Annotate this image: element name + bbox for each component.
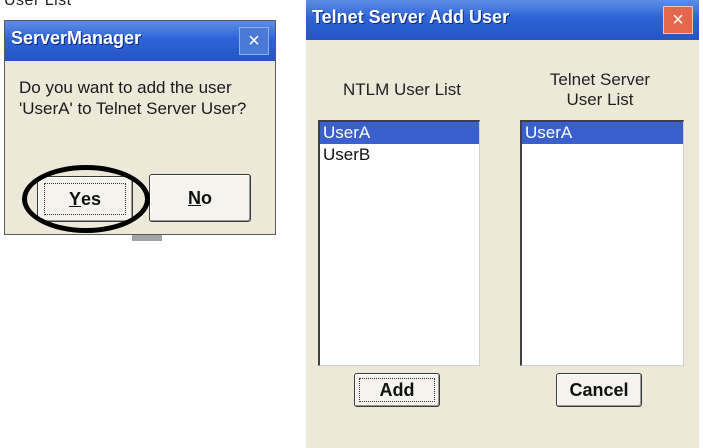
list-item[interactable]: UserB xyxy=(320,144,479,166)
add-button[interactable]: Add xyxy=(354,373,440,407)
add-focus-rect xyxy=(359,378,435,402)
yes-focus-rect xyxy=(44,183,126,215)
server-manager-close-button[interactable]: × xyxy=(239,27,269,55)
telnet-header-line2: User List xyxy=(566,90,634,109)
telnet-dialog-close-button[interactable]: × xyxy=(663,6,693,34)
background-window-fragment: User List xyxy=(4,0,72,9)
server-manager-titlebar[interactable]: ServerManager × xyxy=(5,21,275,61)
yes-button[interactable]: Yes xyxy=(37,176,133,222)
telnet-dialog-titlebar[interactable]: Telnet Server Add User × xyxy=(306,0,699,40)
no-button[interactable]: No xyxy=(149,174,251,222)
confirmation-message: Do you want to add the user 'UserA' to T… xyxy=(19,78,247,118)
cancel-button[interactable]: Cancel xyxy=(556,373,642,407)
list-item[interactable]: UserA xyxy=(522,122,683,144)
server-manager-dialog: ServerManager × Do you want to add the u… xyxy=(4,20,276,235)
telnet-header-line1: Telnet Server xyxy=(549,70,651,89)
ntlm-user-listbox[interactable]: UserA UserB xyxy=(318,120,480,366)
no-mnemonic: N xyxy=(188,187,201,208)
telnet-add-user-dialog: Telnet Server Add User × NTLM User List … xyxy=(306,0,699,448)
cancel-button-label: Cancel xyxy=(569,379,629,400)
close-icon: × xyxy=(672,9,684,31)
telnet-user-listbox[interactable]: UserA xyxy=(520,120,684,366)
ntlm-list-header: NTLM User List xyxy=(342,80,462,99)
telnet-list-header: Telnet Server User List xyxy=(520,70,680,110)
telnet-dialog-title: Telnet Server Add User xyxy=(312,7,510,27)
server-manager-title: ServerManager xyxy=(11,28,142,48)
background-window-shadow xyxy=(132,235,162,241)
close-icon: × xyxy=(248,30,260,52)
list-item[interactable]: UserA xyxy=(320,122,479,144)
no-label-rest: o xyxy=(201,187,212,208)
